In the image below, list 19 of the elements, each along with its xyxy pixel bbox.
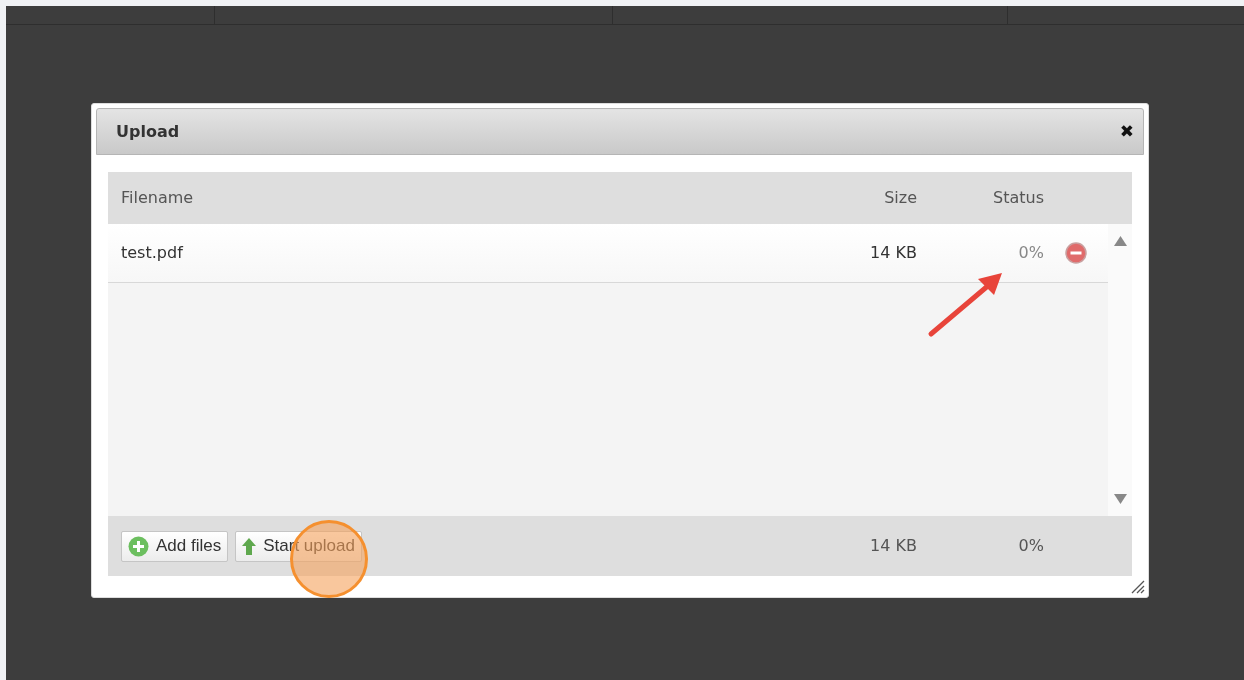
filename-text: test.pdf xyxy=(120,242,185,264)
total-size-text: 14 KB xyxy=(869,535,917,557)
column-header: Filename xyxy=(120,187,195,209)
scroll-up-icon[interactable] xyxy=(1113,236,1127,246)
add-files-button[interactable]: Add files xyxy=(121,530,229,562)
column-header: Size xyxy=(883,187,917,209)
status-text: 0% xyxy=(1017,242,1044,264)
scrollbar[interactable] xyxy=(1108,224,1132,516)
remove-icon[interactable] xyxy=(1065,242,1087,264)
scroll-down-icon[interactable] xyxy=(1113,494,1127,504)
size-text: 14 KB xyxy=(869,242,917,264)
up-arrow-icon xyxy=(242,537,257,555)
plus-icon xyxy=(128,535,149,557)
close-button[interactable]: ✖ xyxy=(1119,123,1134,140)
dialog-title: Upload xyxy=(116,120,180,143)
total-status-text: 0% xyxy=(1017,535,1044,557)
column-header: Status xyxy=(992,187,1044,209)
resize-grip-icon[interactable] xyxy=(1129,578,1145,594)
file-row[interactable]: test.pdf 14 KB 0% xyxy=(108,224,1108,283)
